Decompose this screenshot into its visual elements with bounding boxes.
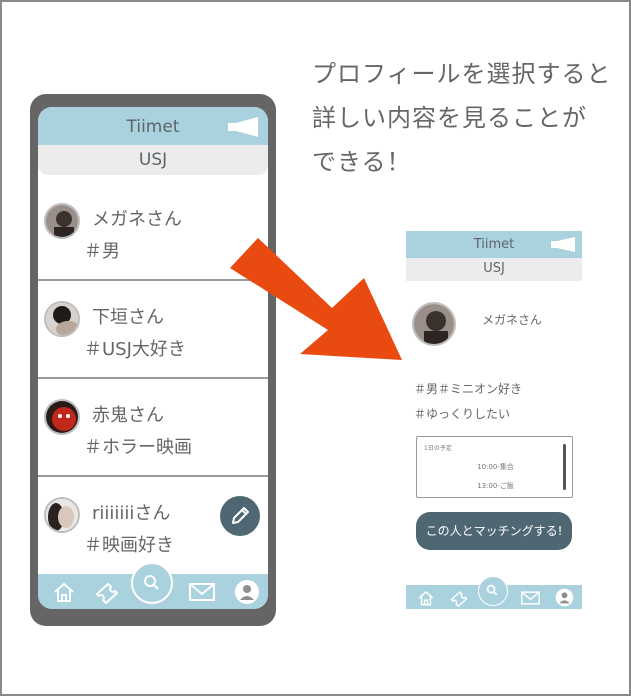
schedule-item: 13:00-ご飯: [477, 482, 514, 490]
home-icon[interactable]: [52, 580, 76, 604]
profile-tag: ＃映画好き: [84, 535, 174, 556]
profile-name: 下垣さん: [92, 307, 164, 328]
detail-location-label: USJ: [483, 261, 505, 276]
avatar: [44, 301, 80, 337]
user-icon[interactable]: [555, 588, 574, 607]
megaphone-icon[interactable]: [550, 236, 576, 253]
bottom-nav: [38, 562, 268, 609]
avatar: [44, 497, 80, 533]
detail-avatar: [412, 302, 456, 346]
app-header: Tiimet: [38, 107, 268, 145]
caption-line: プロフィールを選択すると: [312, 60, 612, 88]
schedule-box[interactable]: 1日の予定 10:00-集合 13:00-ご飯: [416, 436, 573, 498]
ticket-icon[interactable]: [449, 589, 469, 607]
profile-tag: ＃USJ大好き: [84, 339, 186, 360]
search-icon: [144, 575, 159, 590]
avatar: [44, 399, 80, 435]
search-button[interactable]: [131, 562, 173, 604]
detail-app-header: Tiimet: [406, 231, 582, 258]
search-icon: [486, 584, 498, 596]
schedule-scrollbar[interactable]: [563, 444, 566, 490]
profile-tag: ＃ホラー映画: [84, 437, 192, 458]
home-icon[interactable]: [417, 589, 435, 607]
avatar: [44, 203, 80, 239]
profile-tag: ＃男: [84, 241, 120, 262]
detail-tags: ＃男＃ミニオン好き: [414, 382, 523, 396]
profile-name: riiiiiiiさん: [92, 503, 171, 524]
list-item[interactable]: 赤鬼さん ＃ホラー映画: [38, 381, 268, 477]
location-bar[interactable]: USJ: [38, 145, 268, 175]
caption: プロフィールを選択すると 詳しい内容を見ることが できる！: [312, 52, 630, 184]
schedule-title: 1日の予定: [424, 445, 452, 452]
location-label: USJ: [138, 150, 168, 170]
match-button[interactable]: この人とマッチングする!: [416, 512, 572, 550]
ticket-icon[interactable]: [94, 580, 120, 604]
detail-bottom-nav: [406, 576, 582, 609]
edit-button[interactable]: [220, 496, 260, 536]
schedule-item: 10:00-集合: [477, 463, 514, 471]
edit-pencil-icon: [232, 507, 249, 524]
megaphone-icon[interactable]: [226, 116, 260, 138]
arrow-icon: [230, 238, 402, 360]
mail-icon[interactable]: [188, 581, 216, 603]
caption-line: できる！: [312, 148, 412, 176]
detail-tags: ＃ゆっくりしたい: [414, 407, 511, 421]
detail-location-bar[interactable]: USJ: [406, 258, 582, 281]
caption-line: 詳しい内容を見ることが: [312, 104, 587, 132]
profile-name: 赤鬼さん: [92, 405, 164, 426]
mail-icon[interactable]: [520, 590, 541, 606]
detail-profile-name: メガネさん: [482, 313, 543, 327]
user-icon[interactable]: [234, 579, 260, 605]
search-button[interactable]: [478, 576, 508, 606]
profile-name: メガネさん: [92, 209, 182, 230]
